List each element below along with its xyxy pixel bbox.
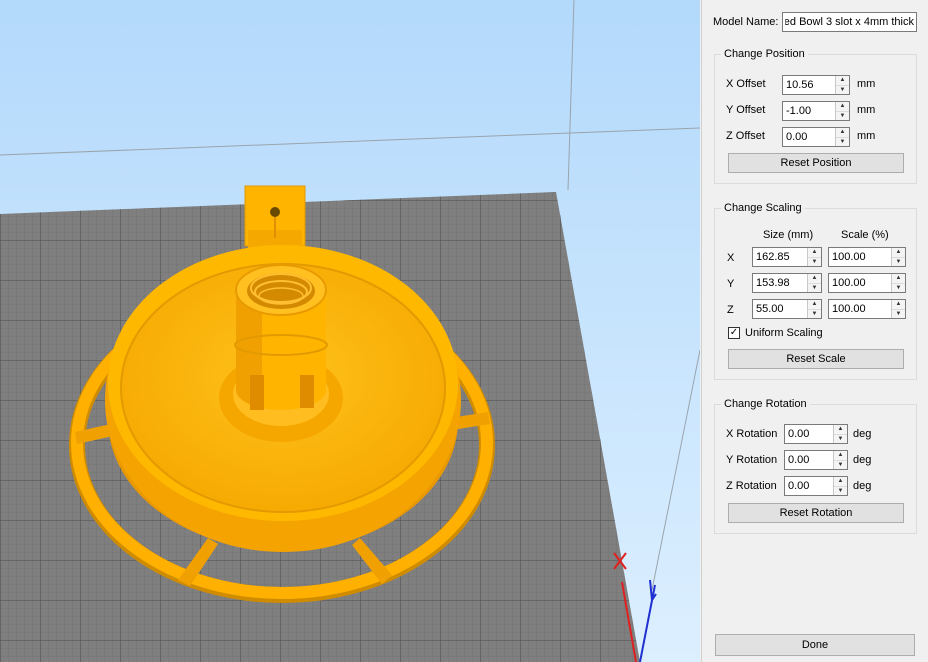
spin-up-icon[interactable]: ▲ <box>892 300 905 309</box>
scale-x-spinbox[interactable]: ▲▼ <box>828 247 906 267</box>
z-rotation-unit: deg <box>853 480 872 492</box>
spin-down-icon[interactable]: ▼ <box>892 257 905 266</box>
done-button[interactable]: Done <box>715 634 915 656</box>
z-offset-input[interactable] <box>783 128 836 146</box>
spin-down-icon[interactable]: ▼ <box>836 85 849 94</box>
x-rotation-unit: deg <box>853 428 872 440</box>
spin-up-icon[interactable]: ▲ <box>834 477 847 486</box>
spin-up-icon[interactable]: ▲ <box>808 248 821 257</box>
scale-y-input[interactable] <box>829 274 892 292</box>
y-offset-spinbox[interactable]: ▲▼ <box>782 101 850 121</box>
uniform-scaling-label: Uniform Scaling <box>745 327 823 339</box>
spin-down-icon[interactable]: ▼ <box>808 283 821 292</box>
z-rotation-spinbox[interactable]: ▲▼ <box>784 476 848 496</box>
position-group: Change Position X Offset ▲▼ mm Y Offset … <box>714 47 917 184</box>
model-name-field[interactable] <box>782 12 917 32</box>
spin-up-icon[interactable]: ▲ <box>834 425 847 434</box>
y-rotation-input[interactable] <box>785 451 834 469</box>
spin-up-icon[interactable]: ▲ <box>892 248 905 257</box>
size-z-input[interactable] <box>753 300 808 318</box>
spin-down-icon[interactable]: ▼ <box>834 486 847 495</box>
y-rotation-label: Y Rotation <box>726 454 778 466</box>
3d-viewport[interactable] <box>0 0 700 662</box>
x-offset-unit: mm <box>857 78 876 90</box>
size-header: Size (mm) <box>763 229 814 241</box>
size-x-spinbox[interactable]: ▲▼ <box>752 247 822 267</box>
size-x-input[interactable] <box>753 248 808 266</box>
scale-z-input[interactable] <box>829 300 892 318</box>
scale-header: Scale (%) <box>841 229 889 241</box>
spin-down-icon[interactable]: ▼ <box>808 309 821 318</box>
size-y-input[interactable] <box>753 274 808 292</box>
scale-y-axis-label: Y <box>727 278 735 290</box>
scale-z-axis-label: Z <box>727 304 734 316</box>
z-offset-label: Z Offset <box>726 130 765 142</box>
rotation-group-title: Change Rotation <box>721 397 810 411</box>
spin-up-icon[interactable]: ▲ <box>834 451 847 460</box>
scale-y-spinbox[interactable]: ▲▼ <box>828 273 906 293</box>
model-name-input[interactable] <box>783 13 916 31</box>
uniform-scaling-checkbox[interactable]: ✓ <box>728 327 740 339</box>
x-rotation-spinbox[interactable]: ▲▼ <box>784 424 848 444</box>
model-name-label: Model Name: <box>713 16 779 28</box>
z-offset-spinbox[interactable]: ▲▼ <box>782 127 850 147</box>
x-rotation-input[interactable] <box>785 425 834 443</box>
spin-up-icon[interactable]: ▲ <box>836 102 849 111</box>
spin-down-icon[interactable]: ▼ <box>834 434 847 443</box>
spin-up-icon[interactable]: ▲ <box>836 76 849 85</box>
y-rotation-unit: deg <box>853 454 872 466</box>
object-settings-panel: Model Name: Change Position X Offset ▲▼ … <box>701 0 928 662</box>
scale-x-axis-label: X <box>727 252 735 264</box>
scene-canvas[interactable] <box>0 0 700 662</box>
spin-up-icon[interactable]: ▲ <box>836 128 849 137</box>
spin-up-icon[interactable]: ▲ <box>892 274 905 283</box>
size-z-spinbox[interactable]: ▲▼ <box>752 299 822 319</box>
spin-down-icon[interactable]: ▼ <box>892 283 905 292</box>
size-y-spinbox[interactable]: ▲▼ <box>752 273 822 293</box>
scale-z-spinbox[interactable]: ▲▼ <box>828 299 906 319</box>
reset-scale-button[interactable]: Reset Scale <box>728 349 904 369</box>
z-offset-unit: mm <box>857 130 876 142</box>
y-offset-input[interactable] <box>783 102 836 120</box>
spin-down-icon[interactable]: ▼ <box>892 309 905 318</box>
rotation-group: Change Rotation X Rotation ▲▼ deg Y Rota… <box>714 397 917 534</box>
spin-down-icon[interactable]: ▼ <box>834 460 847 469</box>
reset-position-button[interactable]: Reset Position <box>728 153 904 173</box>
x-rotation-label: X Rotation <box>726 428 778 440</box>
x-offset-label: X Offset <box>726 78 766 90</box>
position-group-title: Change Position <box>721 47 808 61</box>
y-offset-unit: mm <box>857 104 876 116</box>
spin-down-icon[interactable]: ▼ <box>808 257 821 266</box>
scaling-group-title: Change Scaling <box>721 201 805 215</box>
z-rotation-input[interactable] <box>785 477 834 495</box>
y-offset-label: Y Offset <box>726 104 766 116</box>
spin-up-icon[interactable]: ▲ <box>808 274 821 283</box>
spin-up-icon[interactable]: ▲ <box>808 300 821 309</box>
x-offset-input[interactable] <box>783 76 836 94</box>
y-rotation-spinbox[interactable]: ▲▼ <box>784 450 848 470</box>
z-rotation-label: Z Rotation <box>726 480 777 492</box>
spin-down-icon[interactable]: ▼ <box>836 137 849 146</box>
scaling-group: Change Scaling Size (mm) Scale (%) X ▲▼ … <box>714 201 917 380</box>
spin-down-icon[interactable]: ▼ <box>836 111 849 120</box>
reset-rotation-button[interactable]: Reset Rotation <box>728 503 904 523</box>
x-offset-spinbox[interactable]: ▲▼ <box>782 75 850 95</box>
scale-x-input[interactable] <box>829 248 892 266</box>
